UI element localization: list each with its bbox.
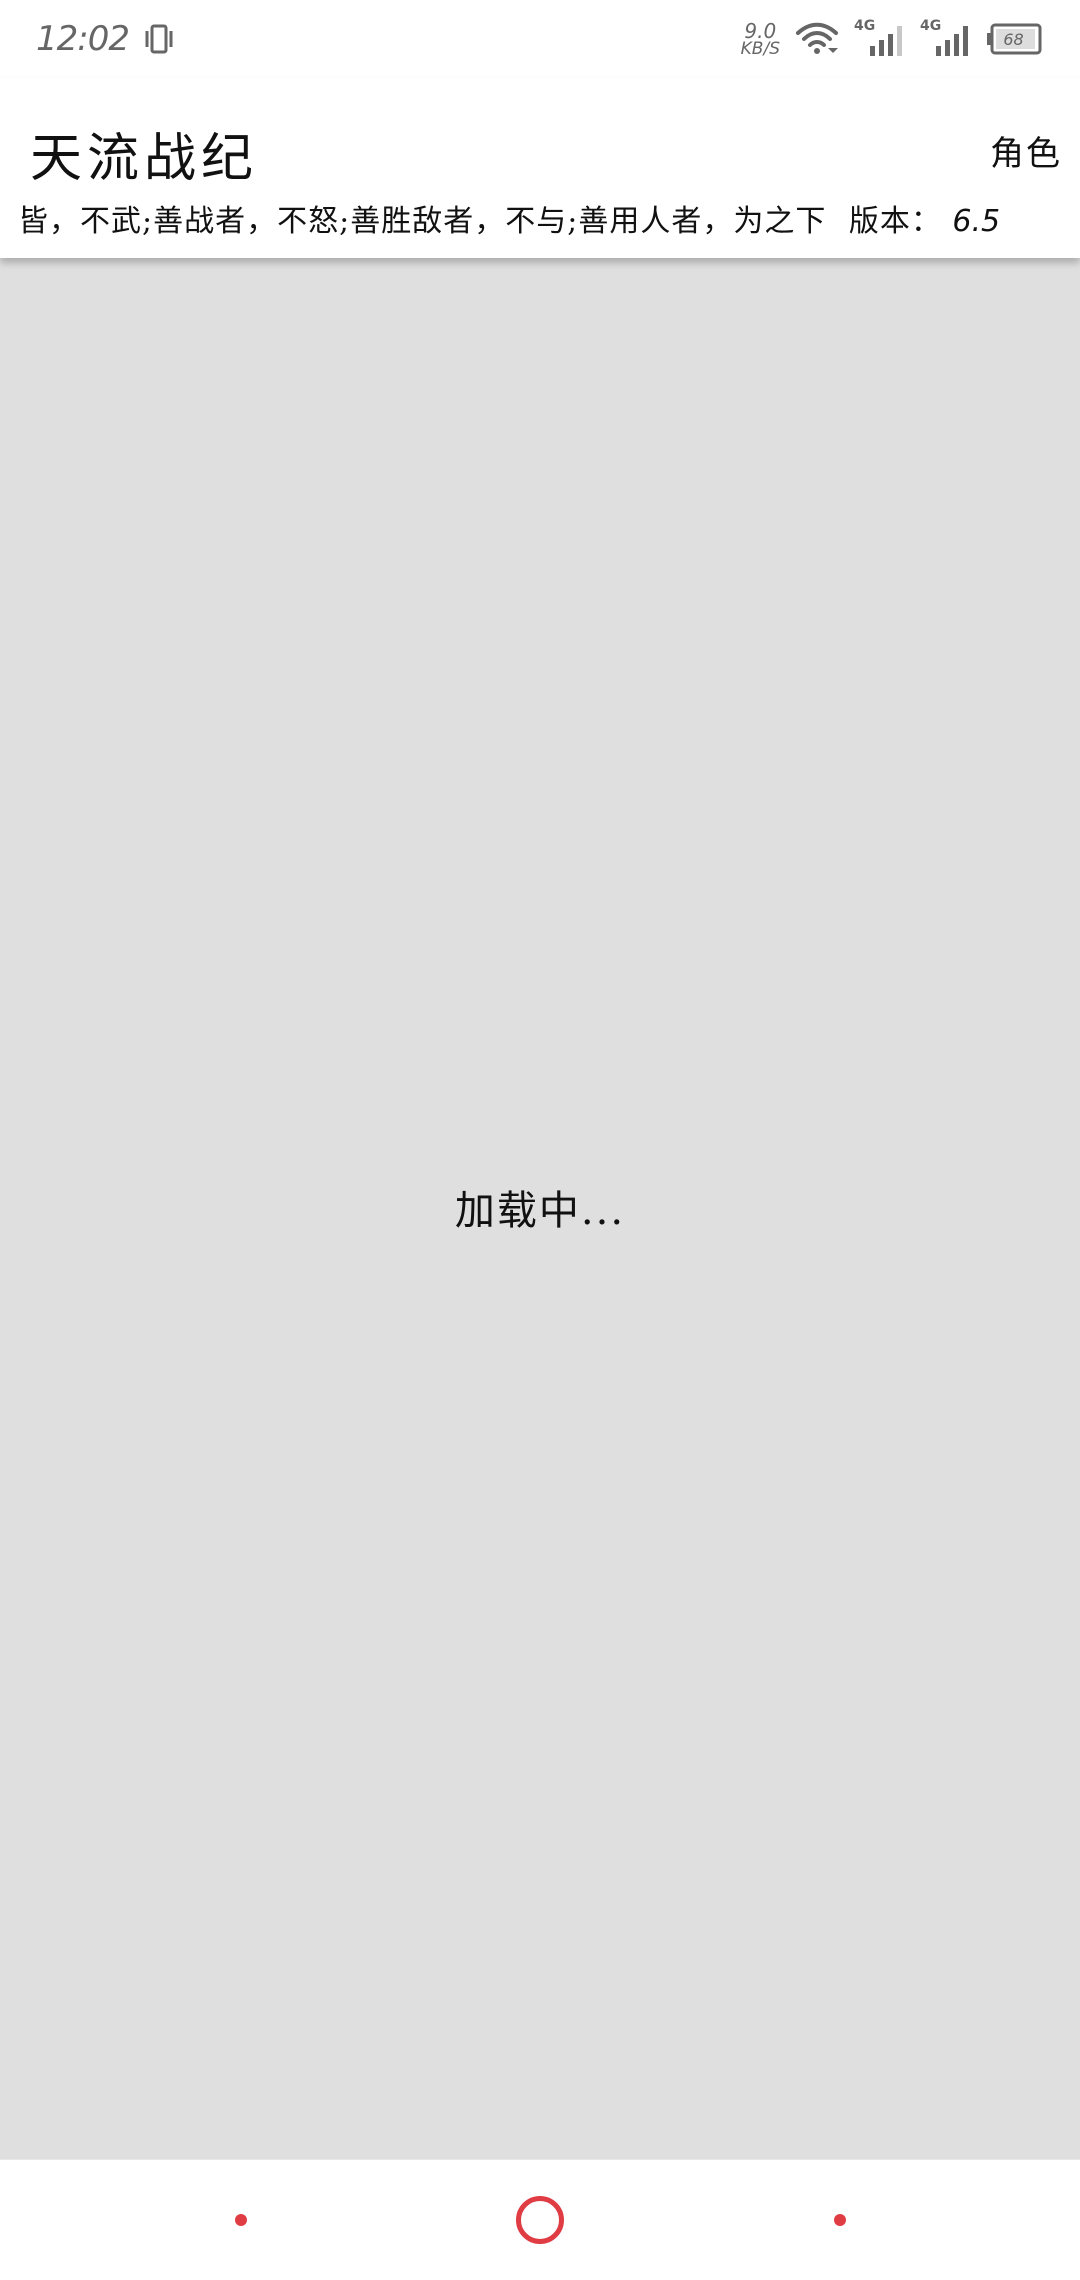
signal-2-label: 4G (920, 18, 942, 34)
main-content: 加载中... (0, 258, 1080, 2160)
quote-text: 皆，不武;善战者，不怒;善胜敌者，不与;善用人者，为之下 (18, 204, 827, 239)
signal-1: 4G (854, 18, 906, 60)
network-speed: 9.0 KB/S (741, 21, 780, 58)
network-speed-value: 9.0 (744, 18, 777, 43)
version-value: 6.5 (952, 204, 1001, 239)
status-time: 12:02 (36, 19, 130, 59)
version-label: 版本： (848, 204, 942, 239)
loading-indicator-text: 加载中... (454, 1188, 626, 1234)
wifi-icon (794, 21, 840, 57)
home-button[interactable] (505, 2185, 575, 2255)
dot-icon (235, 2214, 247, 2226)
signal-2: 4G (920, 18, 972, 60)
battery-level: 68 (1003, 29, 1024, 49)
dot-icon (834, 2214, 846, 2226)
app-header: 天流战纪 角色 皆，不武;善战者，不怒;善胜敌者，不与;善用人者，为之下 版本：… (0, 78, 1080, 258)
back-button[interactable] (221, 2200, 261, 2240)
network-speed-unit: KB/S (740, 38, 780, 59)
status-right: 9.0 KB/S 4G 4G 68 (741, 18, 1044, 60)
app-title: 天流战纪 (30, 129, 259, 189)
status-left: 12:02 (36, 19, 175, 59)
navigation-bar (0, 2159, 1080, 2280)
recent-apps-button[interactable] (820, 2200, 860, 2240)
version-info: 版本： 6.5 (849, 204, 1000, 239)
battery: 68 (986, 22, 1044, 56)
signal-1-label: 4G (854, 18, 876, 34)
role-button[interactable]: 角色 (990, 126, 1062, 175)
status-bar: 12:02 9.0 KB/S 4G 4G 68 (0, 0, 1080, 78)
scrolling-quote: 皆，不武;善战者，不怒;善胜敌者，不与;善用人者，为之下 版本： 6.5 (18, 196, 1066, 240)
circle-icon (516, 2196, 564, 2244)
phone-screen: 12:02 9.0 KB/S 4G 4G 68 天流战纪 角色 皆，不武;善战者… (0, 0, 1080, 2280)
vibrate-icon (143, 22, 175, 56)
